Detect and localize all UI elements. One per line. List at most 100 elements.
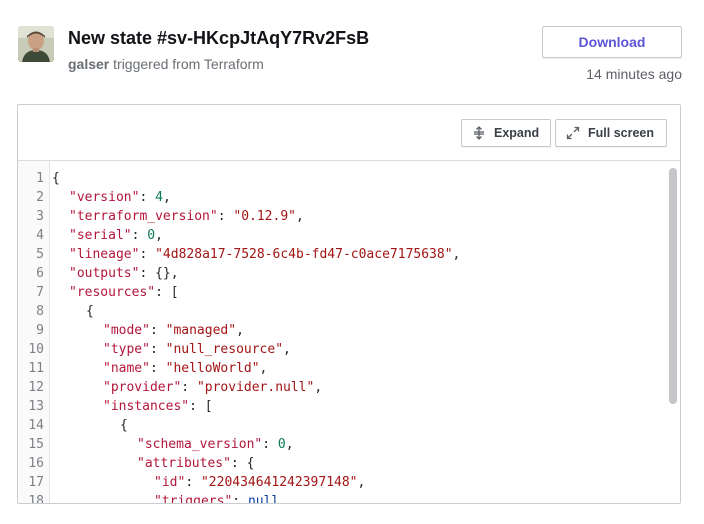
code-line: "instances": [ — [103, 397, 213, 416]
code-token: "lineage" — [69, 247, 140, 262]
code-token: : — [185, 475, 201, 490]
code-token: "helloWorld" — [165, 361, 260, 376]
fullscreen-button[interactable]: Full screen — [555, 119, 667, 147]
code-line: { — [52, 169, 60, 188]
code-token: : — [149, 361, 166, 376]
expand-arrows-icon — [472, 126, 486, 140]
code-line: "name": "helloWorld", — [103, 359, 267, 378]
code-token: , — [296, 209, 304, 224]
timestamp: 14 minutes ago — [586, 66, 682, 82]
code-token: "220434641242397148" — [200, 475, 358, 490]
code-token: "outputs" — [69, 266, 140, 281]
line-number: 11 — [28, 361, 44, 376]
code-line: "attributes": { — [137, 454, 254, 473]
code-line: "schema_version": 0, — [137, 435, 294, 454]
code-token: : — [139, 247, 156, 262]
line-number: 18 — [28, 494, 44, 504]
code-token: { — [120, 418, 128, 433]
code-token: 0 — [147, 228, 156, 243]
scrollbar-thumb[interactable] — [669, 168, 677, 404]
line-number: 15 — [28, 437, 44, 452]
code-line: { — [120, 416, 128, 435]
code-token: "null_resource" — [165, 342, 284, 357]
line-number-gutter: 1 2 3 4 5 6 7 8 9 10 11 12 13 14 15 16 17 18 — [18, 161, 50, 504]
code-token: "serial" — [69, 228, 132, 243]
code-token: 4 — [155, 190, 163, 205]
code-line: "lineage": "4d828a17-7528-6c4b-fd47-c0ac… — [69, 245, 460, 264]
code-token: "mode" — [103, 323, 150, 338]
code-token: { — [52, 171, 60, 186]
code-token: : [ — [189, 399, 213, 414]
download-button[interactable]: Download — [542, 26, 682, 58]
code-token: , — [357, 475, 366, 490]
code-token: : — [131, 228, 148, 243]
code-token: , — [162, 190, 171, 205]
code-token: "name" — [103, 361, 150, 376]
state-viewer-panel: Expand Full screen 1 2 3 4 5 6 7 8 9 10 11 12 13 14 15… — [17, 104, 681, 504]
code-line: "type": "null_resource", — [103, 340, 291, 359]
code-token: , — [283, 342, 291, 357]
viewer-toolbar: Expand Full screen — [18, 105, 680, 161]
code-token: , — [259, 361, 268, 376]
code-line: "id": "220434641242397148", — [154, 473, 365, 492]
scrollbar[interactable] — [668, 165, 678, 499]
code-token: "4d828a17-7528-6c4b-fd47-c0ace7175638" — [155, 247, 453, 262]
expand-label: Expand — [494, 126, 540, 140]
code-token: : — [217, 209, 234, 224]
code-token: : — [262, 437, 278, 452]
code-token: , — [236, 323, 244, 338]
code-line: "triggers": null — [154, 492, 280, 504]
line-number: 2 — [36, 190, 44, 205]
line-number: 17 — [28, 475, 44, 490]
fullscreen-arrows-icon — [566, 126, 580, 140]
code-line: "serial": 0, — [69, 226, 163, 245]
code-token: , — [452, 247, 461, 262]
code-line: "outputs": {}, — [69, 264, 179, 283]
code-token: "schema_version" — [137, 437, 263, 452]
code-token: "provider.null" — [196, 380, 315, 395]
code-token: "instances" — [103, 399, 190, 414]
code-token: , — [285, 437, 294, 452]
code-editor[interactable]: 1 2 3 4 5 6 7 8 9 10 11 12 13 14 15 16 17 18 {"version": … — [18, 161, 680, 504]
code-token: : — [181, 380, 197, 395]
expand-button[interactable]: Expand — [461, 119, 551, 147]
trigger-text: triggered from Terraform — [113, 56, 264, 72]
line-number: 1 — [36, 171, 44, 186]
code-line: "terraform_version": "0.12.9", — [69, 207, 304, 226]
line-number: 14 — [28, 418, 44, 433]
code-token: : [ — [155, 285, 179, 300]
code-token: "id" — [154, 475, 186, 490]
state-header: New state #sv-HKcpJtAqY7Rv2FsB galser tr… — [18, 26, 682, 92]
line-number: 6 — [36, 266, 44, 281]
code-line: { — [86, 302, 94, 321]
code-line: "provider": "provider.null", — [103, 378, 322, 397]
code-token: "type" — [103, 342, 150, 357]
trigger-info: galser triggered from Terraform — [68, 56, 264, 72]
code-token: , — [155, 228, 163, 243]
code-token: "resources" — [69, 285, 156, 300]
code-token: "provider" — [103, 380, 182, 395]
line-number: 13 — [28, 399, 44, 414]
avatar — [18, 26, 54, 62]
code-line: "version": 4, — [69, 188, 171, 207]
line-number: 12 — [28, 380, 44, 395]
user-link[interactable]: galser — [68, 56, 109, 72]
code-token: "terraform_version" — [69, 209, 218, 224]
code-token: , — [314, 380, 323, 395]
line-number: 4 — [36, 228, 44, 243]
code-token: : — [139, 190, 156, 205]
code-token: "version" — [69, 190, 140, 205]
code-line: "resources": [ — [69, 283, 179, 302]
code-token: : — [149, 323, 166, 338]
avatar-image — [18, 26, 54, 62]
code-token: : — [149, 342, 166, 357]
code-token: 0 — [277, 437, 286, 452]
line-number: 10 — [28, 342, 44, 357]
line-number: 7 — [36, 285, 44, 300]
code-token: null — [247, 494, 280, 504]
code-token: "attributes" — [137, 456, 231, 471]
code-token: "0.12.9" — [233, 209, 296, 224]
code-token: { — [86, 304, 94, 319]
code-token: : {}, — [139, 266, 179, 281]
code-token: : { — [230, 456, 255, 471]
